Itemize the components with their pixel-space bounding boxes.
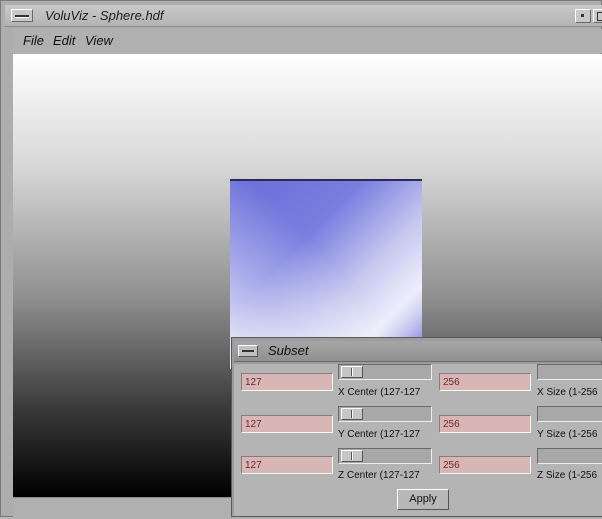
menu-file[interactable]: File (23, 33, 44, 48)
x-size-field[interactable]: 256 (439, 373, 531, 391)
title-bar[interactable]: VoluViz - Sphere.hdf (5, 5, 602, 27)
y-size-label: Y Size (1-256 (537, 429, 598, 440)
maximize-button[interactable] (593, 9, 602, 23)
z-center-field[interactable]: 127 (241, 456, 333, 474)
x-size-slider[interactable] (537, 364, 602, 380)
y-center-slider[interactable] (338, 406, 432, 422)
window-menu-icon (15, 15, 29, 18)
x-center-slider-thumb[interactable] (341, 366, 363, 378)
menu-bar: File Edit View (13, 29, 602, 53)
apply-button[interactable]: Apply (397, 489, 449, 510)
window-title: VoluViz - Sphere.hdf (45, 8, 164, 23)
y-center-label: Y Center (127-127 (338, 429, 421, 440)
z-center-slider-thumb[interactable] (341, 450, 363, 462)
subset-menu-icon (242, 350, 254, 352)
minimize-icon (581, 14, 584, 17)
menu-view[interactable]: View (85, 33, 113, 48)
subset-title-bar[interactable]: Subset (234, 341, 602, 362)
x-center-slider[interactable] (338, 364, 432, 380)
y-center-field[interactable]: 127 (241, 415, 333, 433)
y-size-slider[interactable] (537, 406, 602, 422)
subset-dialog: Subset 127 X Center (127-127 256 X Size … (231, 337, 602, 517)
subset-title: Subset (268, 343, 309, 358)
maximize-icon (597, 12, 602, 21)
y-size-field[interactable]: 256 (439, 415, 531, 433)
z-center-label: Z Center (127-127 (338, 470, 420, 481)
minimize-button[interactable] (575, 9, 591, 23)
z-size-field[interactable]: 256 (439, 456, 531, 474)
subset-menu-button[interactable] (238, 345, 258, 357)
menu-edit[interactable]: Edit (53, 33, 75, 48)
z-center-slider[interactable] (338, 448, 432, 464)
x-center-label: X Center (127-127 (338, 387, 421, 398)
z-size-slider[interactable] (537, 448, 602, 464)
z-size-label: Z Size (1-256 (537, 470, 598, 481)
subset-body: 127 X Center (127-127 256 X Size (1-256 … (234, 364, 602, 516)
x-size-label: X Size (1-256 (537, 387, 598, 398)
x-center-field[interactable]: 127 (241, 373, 333, 391)
window-menu-button[interactable] (11, 9, 33, 22)
y-center-slider-thumb[interactable] (341, 408, 363, 420)
